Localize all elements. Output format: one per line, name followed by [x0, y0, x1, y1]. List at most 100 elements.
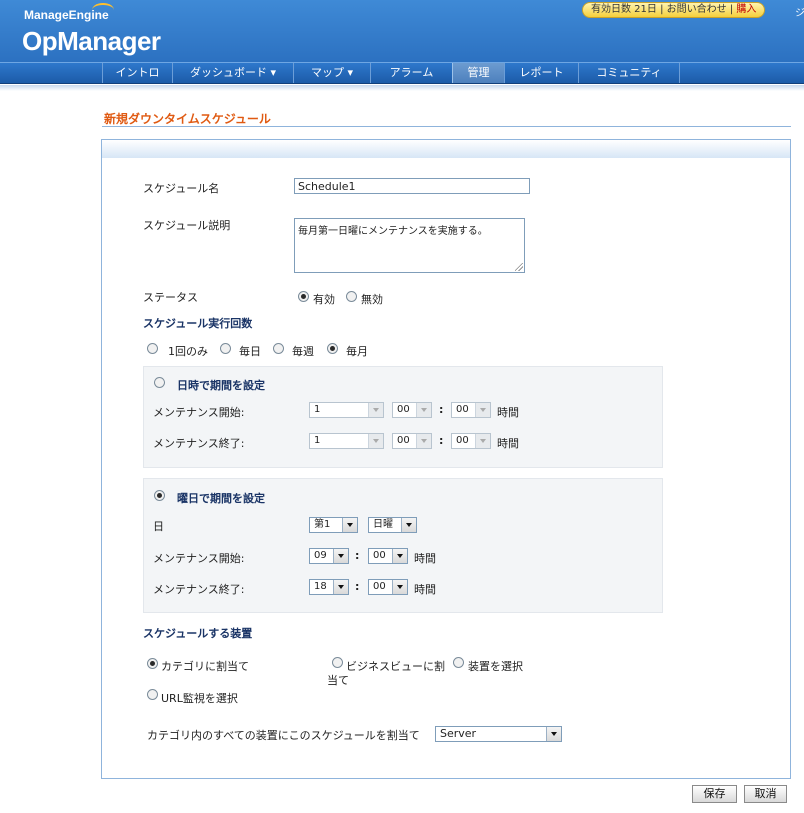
- nav-tab-dashboard[interactable]: ダッシュボード ▾: [172, 63, 293, 83]
- dev-business-label: ビジネスビューに割: [346, 660, 445, 673]
- brand-logo[interactable]: OpManager: [22, 26, 161, 57]
- date-end-day-select[interactable]: 1: [309, 433, 384, 449]
- cancel-button[interactable]: 取消: [744, 785, 787, 803]
- dropdown-arrow-icon: [475, 434, 490, 448]
- weekday-start-hour-value: 09: [314, 550, 327, 561]
- weekday-start-label: メンテナンス開始:: [153, 552, 245, 565]
- time-colon: :: [439, 403, 444, 416]
- date-start-day-value: 1: [314, 404, 321, 415]
- schedule-desc-textarea[interactable]: 毎月第一日曜にメンテナンスを実施する。: [294, 218, 525, 273]
- freq-weekly-radio[interactable]: [273, 343, 284, 354]
- pill-separator: |: [729, 4, 734, 15]
- pill-separator: |: [660, 4, 664, 15]
- nav-tab-admin[interactable]: 管理: [452, 63, 504, 83]
- time-colon: :: [439, 434, 444, 447]
- dev-url-label: URL監視を選択: [161, 692, 238, 705]
- date-end-min-select[interactable]: 00: [451, 433, 491, 449]
- status-disabled-label: 無効: [361, 293, 383, 306]
- assign-category-label: カテゴリ内のすべての装置にこのスケジュールを割当て: [147, 729, 420, 742]
- dropdown-arrow-icon: [392, 580, 407, 594]
- dev-business-label-cont: 当て: [327, 674, 349, 687]
- nav-tab-intro[interactable]: イントロ: [102, 63, 172, 83]
- status-enabled-radio[interactable]: [298, 291, 309, 302]
- category-select[interactable]: Server: [435, 726, 562, 742]
- nav-tab-alarm[interactable]: アラーム: [370, 63, 452, 83]
- dev-category-radio[interactable]: [147, 658, 158, 669]
- freq-daily-radio[interactable]: [220, 343, 231, 354]
- schedule-desc-label: スケジュール説明: [143, 219, 231, 232]
- freq-once-label: 1回のみ: [168, 345, 208, 358]
- date-start-min-value: 00: [456, 404, 469, 415]
- weekday-period-radio[interactable]: [154, 490, 165, 501]
- title-divider: [102, 126, 791, 127]
- time-colon: :: [355, 580, 360, 593]
- weekday-end-hour-select[interactable]: 18: [309, 579, 349, 595]
- weekday-select[interactable]: 日曜: [368, 517, 417, 533]
- status-label: ステータス: [143, 291, 198, 304]
- weekday-end-min-select[interactable]: 00: [368, 579, 408, 595]
- freq-daily-label: 毎日: [239, 345, 261, 358]
- save-button[interactable]: 保存: [692, 785, 737, 803]
- date-start-hour-select[interactable]: 00: [392, 402, 432, 418]
- main-nav: イントロ ダッシュボード ▾ マップ ▾ アラーム 管理 レポート コミュニティ: [0, 62, 804, 84]
- nav-tab-reports[interactable]: レポート: [504, 63, 578, 83]
- dev-business-radio[interactable]: [332, 657, 343, 668]
- schedule-name-input[interactable]: [294, 178, 530, 194]
- dropdown-arrow-icon: [475, 403, 490, 417]
- devices-heading: スケジュールする装置: [143, 627, 253, 640]
- schedule-name-label: スケジュール名: [143, 182, 220, 195]
- dev-select-label: 装置を選択: [468, 660, 523, 673]
- dropdown-arrow-icon: [416, 403, 431, 417]
- hour-unit-label: 時間: [414, 583, 436, 596]
- date-end-day-value: 1: [314, 435, 321, 446]
- weekday-start-hour-select[interactable]: 09: [309, 548, 349, 564]
- resize-grip-icon[interactable]: [515, 263, 523, 271]
- time-colon: :: [355, 549, 360, 562]
- dropdown-arrow-icon: [401, 518, 416, 532]
- nav-tab-community[interactable]: コミュニティ: [578, 63, 680, 83]
- purchase-link[interactable]: 購入: [736, 4, 756, 15]
- status-disabled-radio[interactable]: [346, 291, 357, 302]
- date-start-day-select[interactable]: 1: [309, 402, 384, 418]
- dropdown-arrow-icon: [333, 580, 348, 594]
- weekday-day-label: 日: [153, 520, 164, 533]
- weekday-end-min-value: 00: [373, 581, 386, 592]
- status-enabled-label: 有効: [313, 293, 335, 306]
- date-end-label: メンテナンス終了:: [153, 437, 245, 450]
- week-number-value: 第1: [314, 519, 331, 530]
- date-end-hour-value: 00: [397, 435, 410, 446]
- weekday-end-label: メンテナンス終了:: [153, 583, 245, 596]
- freq-monthly-radio[interactable]: [327, 343, 338, 354]
- weekday-period-title: 曜日で期間を設定: [177, 492, 265, 505]
- category-value: Server: [440, 727, 477, 740]
- dropdown-arrow-icon: [546, 727, 561, 741]
- freq-monthly-label: 毎月: [346, 345, 368, 358]
- weekday-end-hour-value: 18: [314, 581, 327, 592]
- date-start-min-select[interactable]: 00: [451, 402, 491, 418]
- date-end-hour-select[interactable]: 00: [392, 433, 432, 449]
- dropdown-arrow-icon: [368, 403, 383, 417]
- frequency-heading: スケジュール実行回数: [143, 317, 253, 330]
- contact-link[interactable]: お問い合わせ: [667, 4, 727, 15]
- dropdown-arrow-icon: [416, 434, 431, 448]
- nav-shadow: [0, 85, 804, 91]
- nav-tab-map[interactable]: マップ ▾: [293, 63, 370, 83]
- dropdown-arrow-icon: [368, 434, 383, 448]
- freq-weekly-label: 毎週: [292, 345, 314, 358]
- date-period-radio[interactable]: [154, 377, 165, 388]
- hour-unit-label: 時間: [497, 406, 519, 419]
- dev-url-radio[interactable]: [147, 689, 158, 700]
- week-number-select[interactable]: 第1: [309, 517, 358, 533]
- freq-once-radio[interactable]: [147, 343, 158, 354]
- weekday-start-min-select[interactable]: 00: [368, 548, 408, 564]
- weekday-start-min-value: 00: [373, 550, 386, 561]
- dev-category-label: カテゴリに割当て: [161, 660, 249, 673]
- dropdown-arrow-icon: [333, 549, 348, 563]
- hour-unit-label: 時間: [414, 552, 436, 565]
- form-header-bar: [102, 140, 790, 158]
- trial-days: 有効日数 21日: [591, 4, 657, 15]
- brand-arc-icon: [92, 3, 114, 17]
- dev-select-radio[interactable]: [453, 657, 464, 668]
- app-header: ManageEngine OpManager 有効日数 21日 | お問い合わせ…: [0, 0, 804, 62]
- date-period-title: 日時で期間を設定: [177, 379, 265, 392]
